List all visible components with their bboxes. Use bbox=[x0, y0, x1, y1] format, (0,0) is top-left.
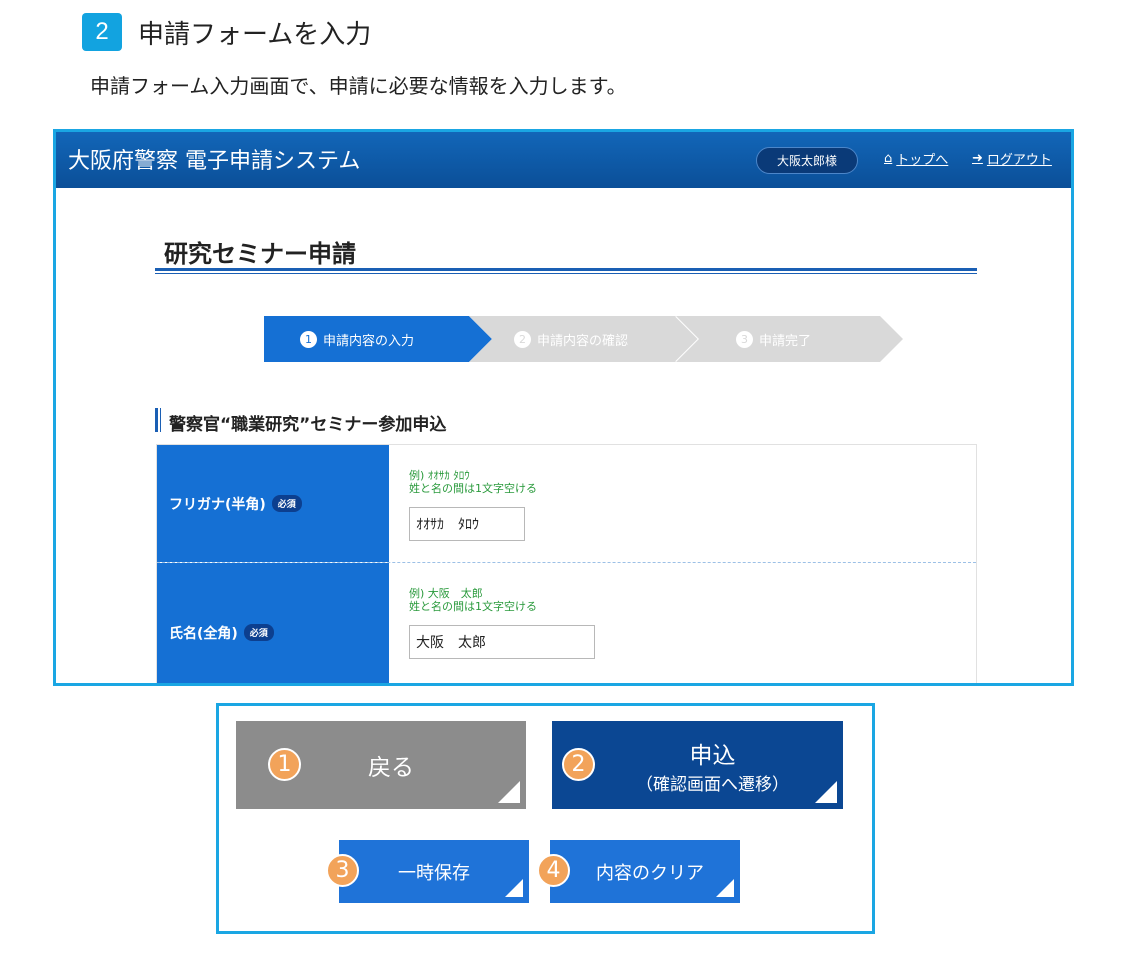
callout-number: 4 bbox=[537, 854, 570, 887]
step-description: 申請フォーム入力画面で、申請に必要な情報を入力します。 bbox=[90, 74, 627, 98]
progress-step-number: 3 bbox=[736, 330, 753, 348]
form-label-text: 氏名(全角) bbox=[169, 625, 238, 642]
app-header: 大阪府警察 電子申請システム 大阪太郎様 ⌂ トップへ ➜ ログアウト bbox=[56, 132, 1071, 188]
title-divider-thin bbox=[155, 273, 977, 274]
step-number-badge: 2 bbox=[82, 13, 122, 51]
form-cell: 例) ｵｵｻｶ ﾀﾛｳ 姓と名の間は1文字空ける ｵｵｻｶ ﾀﾛｳ bbox=[389, 445, 976, 562]
application-form: フリガナ(半角) 必須 例) ｵｵｻｶ ﾀﾛｳ 姓と名の間は1文字空ける ｵｵｻ… bbox=[156, 444, 977, 683]
callout-number: 3 bbox=[326, 854, 359, 887]
clear-button-label: 内容のクリア bbox=[596, 862, 704, 884]
home-link[interactable]: ⌂ トップへ bbox=[884, 149, 948, 168]
input-hint-rule: 姓と名の間は1文字空ける bbox=[409, 482, 537, 495]
progress-step-number: 2 bbox=[514, 330, 531, 348]
section-marker bbox=[155, 408, 158, 432]
progress-step-3: 3 申請完了 bbox=[736, 316, 811, 362]
apply-button-sublabel: （確認画面へ遷移） bbox=[636, 774, 789, 795]
form-row-name: 氏名(全角) 必須 例) 大阪 太郎 姓と名の間は1文字空ける 大阪 太郎 bbox=[157, 563, 976, 683]
section-title: 警察官“職業研究”セミナー参加申込 bbox=[169, 415, 447, 435]
progress-step-label: 申請内容の確認 bbox=[537, 333, 629, 349]
corner-triangle-icon bbox=[815, 781, 837, 803]
step-title: 申請フォームを入力 bbox=[138, 19, 372, 50]
corner-triangle-icon bbox=[505, 879, 523, 897]
progress-step-label: 申請完了 bbox=[759, 333, 812, 349]
progress-step-1: 1 申請内容の入力 bbox=[300, 316, 414, 362]
back-button-label: 戻る bbox=[368, 755, 414, 781]
logout-icon: ➜ bbox=[972, 151, 983, 166]
progress-step-number: 1 bbox=[300, 330, 317, 348]
step-heading: 2 申請フォームを入力 bbox=[82, 12, 371, 52]
save-draft-button-label: 一時保存 bbox=[398, 862, 470, 884]
title-divider bbox=[155, 268, 977, 271]
required-badge: 必須 bbox=[271, 495, 302, 512]
back-button[interactable]: 1 戻る bbox=[236, 721, 526, 809]
apply-button-label: 申込 bbox=[689, 742, 736, 769]
clear-button[interactable]: 4 内容のクリア bbox=[537, 840, 740, 903]
section-marker-thin bbox=[160, 408, 161, 432]
form-label: フリガナ(半角) 必須 bbox=[157, 445, 389, 562]
logout-link[interactable]: ➜ ログアウト bbox=[972, 149, 1052, 168]
corner-triangle-icon bbox=[498, 781, 520, 803]
button-panel: 1 戻る 2 申込 （確認画面へ遷移） 3 一時保存 4 内容のクリア bbox=[216, 703, 875, 934]
furigana-input[interactable]: ｵｵｻｶ ﾀﾛｳ bbox=[409, 507, 525, 541]
form-cell: 例) 大阪 太郎 姓と名の間は1文字空ける 大阪 太郎 bbox=[389, 563, 976, 683]
save-draft-button[interactable]: 3 一時保存 bbox=[326, 840, 529, 903]
callout-number: 1 bbox=[268, 748, 301, 781]
progress-step-label: 申請内容の入力 bbox=[323, 333, 415, 349]
apply-button[interactable]: 2 申込 （確認画面へ遷移） bbox=[552, 721, 843, 809]
name-input[interactable]: 大阪 太郎 bbox=[409, 625, 595, 659]
app-screenshot: 大阪府警察 電子申請システム 大阪太郎様 ⌂ トップへ ➜ ログアウト 研究セミ… bbox=[53, 129, 1074, 686]
app-title: 大阪府警察 電子申請システム bbox=[68, 149, 361, 174]
home-icon: ⌂ bbox=[884, 151, 893, 166]
form-label: 氏名(全角) 必須 bbox=[157, 563, 389, 683]
corner-triangle-icon bbox=[716, 879, 734, 897]
home-link-label: トップへ bbox=[896, 153, 949, 168]
progress-step-2: 2 申請内容の確認 bbox=[514, 316, 628, 362]
callout-number: 2 bbox=[562, 748, 595, 781]
logout-link-label: ログアウト bbox=[986, 153, 1052, 168]
input-hint-rule: 姓と名の間は1文字空ける bbox=[409, 600, 537, 613]
page-title: 研究セミナー申請 bbox=[164, 240, 356, 268]
form-label-text: フリガナ(半角) bbox=[169, 496, 266, 513]
user-name-pill: 大阪太郎様 bbox=[756, 147, 858, 174]
form-row-furigana: フリガナ(半角) 必須 例) ｵｵｻｶ ﾀﾛｳ 姓と名の間は1文字空ける ｵｵｻ… bbox=[157, 445, 976, 563]
progress-steps: 1 申請内容の入力 2 申請内容の確認 3 申請完了 bbox=[264, 316, 904, 362]
input-hint-example: 例) 大阪 太郎 bbox=[409, 587, 483, 600]
input-hint-example: 例) ｵｵｻｶ ﾀﾛｳ bbox=[409, 469, 470, 482]
required-badge: 必須 bbox=[243, 624, 274, 641]
